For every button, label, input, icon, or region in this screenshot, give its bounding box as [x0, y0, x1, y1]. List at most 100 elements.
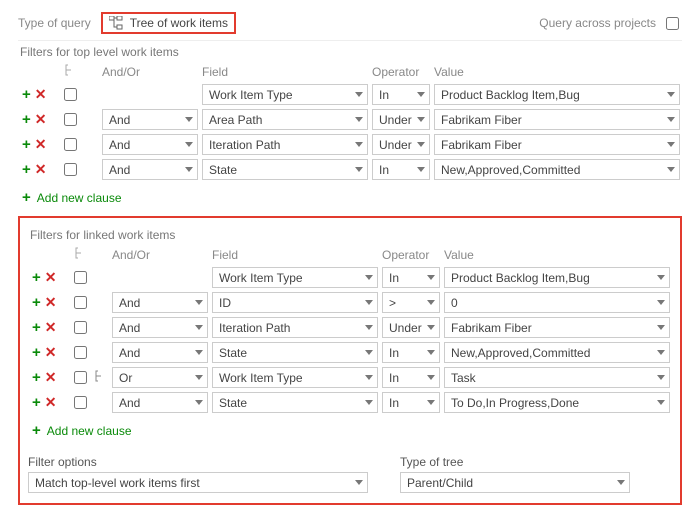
value-select[interactable]: Product Backlog Item,Bug [444, 267, 670, 288]
andor-select[interactable]: And [112, 392, 208, 413]
operator-select[interactable]: In [382, 367, 440, 388]
field-select[interactable]: ID [212, 292, 378, 313]
field-select[interactable]: Work Item Type [212, 267, 378, 288]
andor-select[interactable]: And [102, 109, 198, 130]
field-select[interactable]: Iteration Path [212, 317, 378, 338]
chevron-down-icon [355, 92, 363, 97]
operator-select[interactable]: > [382, 292, 440, 313]
col-field: Field [200, 63, 370, 81]
tree-icon [109, 16, 125, 30]
row-checkbox[interactable] [74, 371, 87, 384]
andor-select[interactable]: And [112, 342, 208, 363]
operator-value: In [379, 163, 389, 177]
row-checkbox[interactable] [64, 163, 77, 176]
remove-clause-icon[interactable]: ✕ [43, 344, 59, 360]
operator-select[interactable]: In [382, 267, 440, 288]
row-checkbox[interactable] [74, 396, 87, 409]
remove-clause-icon[interactable]: ✕ [43, 369, 59, 385]
operator-select[interactable]: In [382, 342, 440, 363]
field-select[interactable]: Work Item Type [212, 367, 378, 388]
andor-select[interactable]: And [102, 134, 198, 155]
field-select[interactable]: Area Path [202, 109, 368, 130]
chevron-down-icon [365, 325, 373, 330]
andor-select[interactable]: Or [112, 367, 208, 388]
row-checkbox[interactable] [74, 346, 87, 359]
remove-clause-icon[interactable]: ✕ [43, 269, 59, 285]
row-checkbox[interactable] [74, 321, 87, 334]
chevron-down-icon [365, 375, 373, 380]
col-andor: And/Or [100, 63, 200, 81]
value-select[interactable]: Fabrikam Fiber [434, 134, 680, 155]
chevron-down-icon [427, 325, 435, 330]
linked-filters-box: Filters for linked work items And/Or Fie… [18, 216, 682, 505]
remove-clause-icon[interactable]: ✕ [33, 161, 49, 177]
remove-clause-icon[interactable]: ✕ [33, 111, 49, 127]
value-select[interactable]: To Do,In Progress,Done [444, 392, 670, 413]
row-checkbox[interactable] [64, 88, 77, 101]
value-select[interactable]: New,Approved,Committed [444, 342, 670, 363]
field-select[interactable]: Work Item Type [202, 84, 368, 105]
add-clause-icon[interactable]: + [30, 269, 43, 286]
remove-clause-icon[interactable]: ✕ [43, 394, 59, 410]
add-clause-icon[interactable]: + [30, 319, 43, 336]
value-select[interactable]: Fabrikam Fiber [444, 317, 670, 338]
field-select[interactable]: Iteration Path [202, 134, 368, 155]
field-value: State [209, 163, 237, 177]
andor-select[interactable]: And [102, 159, 198, 180]
chevron-down-icon [365, 300, 373, 305]
operator-select[interactable]: Under [382, 317, 440, 338]
add-clause-icon[interactable]: + [30, 369, 43, 386]
filter-options-select[interactable]: Match top-level work items first [28, 472, 368, 493]
add-clause-icon[interactable]: + [30, 294, 43, 311]
operator-select[interactable]: In [372, 84, 430, 105]
add-clause-icon[interactable]: + [20, 136, 33, 153]
chevron-down-icon [657, 300, 665, 305]
value-select[interactable]: Task [444, 367, 670, 388]
field-select[interactable]: State [212, 342, 378, 363]
chevron-down-icon [667, 117, 675, 122]
operator-value: Under [379, 138, 412, 152]
operator-select[interactable]: Under [372, 109, 430, 130]
add-clause-icon[interactable]: + [20, 111, 33, 128]
chevron-down-icon [427, 275, 435, 280]
type-of-tree-select[interactable]: Parent/Child [400, 472, 630, 493]
across-projects-checkbox[interactable] [666, 17, 679, 30]
andor-select[interactable]: And [112, 292, 208, 313]
field-value: Iteration Path [219, 321, 290, 335]
operator-select[interactable]: Under [372, 134, 430, 155]
operator-select[interactable]: In [382, 392, 440, 413]
chevron-down-icon [667, 167, 675, 172]
remove-clause-icon[interactable]: ✕ [43, 294, 59, 310]
clause-row: +✕ AndArea PathUnderFabrikam Fiber [18, 108, 682, 131]
value-select[interactable]: New,Approved,Committed [434, 159, 680, 180]
add-clause-icon[interactable]: + [30, 394, 43, 411]
row-checkbox[interactable] [64, 138, 77, 151]
row-checkbox[interactable] [64, 113, 77, 126]
remove-clause-icon[interactable]: ✕ [43, 319, 59, 335]
clause-row: +✕ AndStateInTo Do,In Progress,Done [28, 391, 672, 414]
chevron-down-icon [195, 325, 203, 330]
query-type-selector[interactable]: Tree of work items [101, 12, 236, 34]
add-clause-icon[interactable]: + [30, 344, 43, 361]
value-text: Product Backlog Item,Bug [441, 88, 580, 102]
chevron-down-icon [195, 350, 203, 355]
andor-value: And [119, 296, 140, 310]
clause-row: +✕ And Iteration Path UnderFabrikam Fiber [28, 316, 672, 339]
remove-clause-icon[interactable]: ✕ [33, 86, 49, 102]
add-top-clause[interactable]: + Add new clause [20, 189, 122, 206]
chevron-down-icon [365, 275, 373, 280]
add-clause-icon[interactable]: + [20, 161, 33, 178]
value-select[interactable]: Product Backlog Item,Bug [434, 84, 680, 105]
field-value: Work Item Type [209, 88, 293, 102]
value-select[interactable]: 0 [444, 292, 670, 313]
row-checkbox[interactable] [74, 271, 87, 284]
field-select[interactable]: State [212, 392, 378, 413]
add-linked-clause[interactable]: + Add new clause [30, 422, 132, 439]
remove-clause-icon[interactable]: ✕ [33, 136, 49, 152]
operator-select[interactable]: In [372, 159, 430, 180]
field-select[interactable]: State [202, 159, 368, 180]
value-select[interactable]: Fabrikam Fiber [434, 109, 680, 130]
add-clause-icon[interactable]: + [20, 86, 33, 103]
row-checkbox[interactable] [74, 296, 87, 309]
andor-select[interactable]: And [112, 317, 208, 338]
